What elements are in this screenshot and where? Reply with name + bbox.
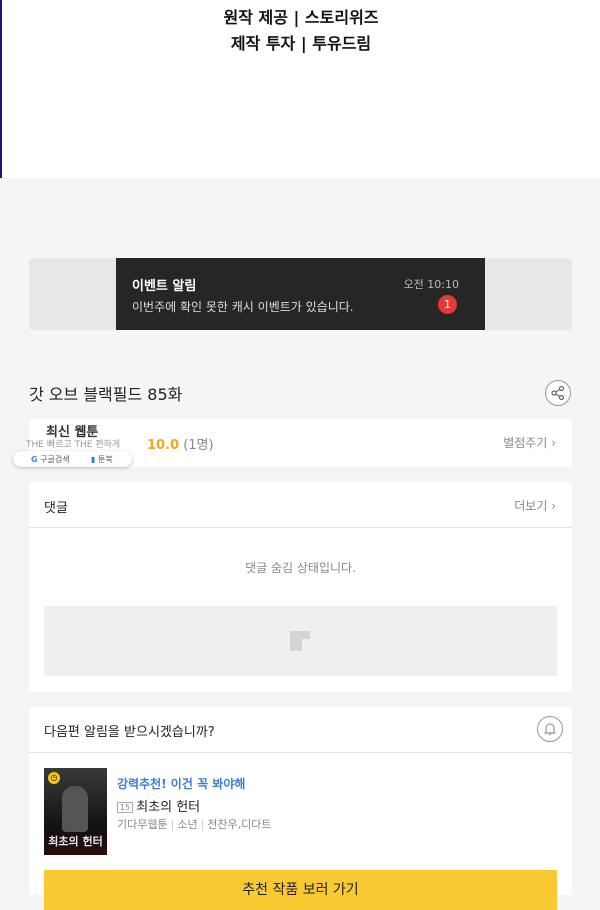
meta-separator: | — [200, 818, 205, 831]
bookmark-icon: ▮ — [91, 455, 96, 464]
view-recommendations-button[interactable]: 추천 작품 보러 가기 — [44, 870, 557, 910]
meta-authors: 전찬우,디다트 — [207, 818, 272, 831]
recommended-meta: 기다무웹툰 | 소년 | 전찬우,디다트 — [117, 816, 272, 832]
divider — [29, 752, 572, 753]
recommended-cover-image[interactable]: ◷ 최초의 헌터 — [44, 768, 107, 855]
toast-message: 이번주에 확인 못한 캐시 이벤트가 있습니다. — [132, 300, 354, 314]
recommend-tag: 강력추천! 이건 꼭 봐야해 — [117, 777, 246, 791]
credits-original: 원작 제공 | 스토리위즈 — [223, 8, 379, 27]
event-toast[interactable]: 이벤트 알림 이번주에 확인 못한 캐시 이벤트가 있습니다. 오전 10:10… — [116, 258, 485, 330]
rating-count: (1명) — [183, 438, 214, 453]
toonbook-link[interactable]: ▮ 툰북 — [91, 454, 113, 465]
rating-summary: 10.0 (1명) — [147, 434, 214, 453]
toast-count-badge: 1 — [438, 295, 457, 314]
latest-webtoon-subtext: THE 빠르고 THE 편하게 — [26, 440, 121, 450]
notify-toggle-button[interactable] — [537, 716, 563, 742]
comment-more-link[interactable]: 더보기 › — [514, 497, 556, 514]
rating-score: 10.0 — [147, 438, 180, 453]
toonbook-label: 툰북 — [97, 455, 113, 464]
age-rating-badge: 15 — [117, 802, 134, 813]
quick-access-bar[interactable]: G 구글검색 ▮ 툰북 — [13, 451, 132, 467]
toast-time: 오전 10:10 — [403, 278, 459, 291]
google-search-link[interactable]: G 구글검색 — [31, 454, 70, 465]
rate-button-label: 별점주기 — [503, 436, 548, 450]
bell-icon — [544, 723, 556, 736]
chevron-right-icon: › — [551, 436, 556, 450]
comment-card: 댓글 더보기 › 댓글 숨김 상태입니다. — [29, 482, 572, 692]
google-icon: G — [31, 455, 38, 464]
meta-separator: | — [170, 818, 175, 831]
recommended-title[interactable]: 15 최초의 헌터 — [117, 796, 200, 815]
credits-section: 원작 제공 | 스토리위즈 제작 투자 | 투유드림 — [0, 0, 600, 178]
image-placeholder-icon — [290, 631, 310, 651]
meta-category: 기다무웹툰 — [117, 818, 168, 831]
rate-button[interactable]: 별점주기 › — [503, 434, 556, 451]
cover-title-text: 최초의 헌터 — [48, 835, 103, 848]
notify-card: 다음편 알림을 받으시겠습니까? ◷ 최초의 헌터 강력추천! 이건 꼭 봐야해… — [29, 707, 572, 910]
cover-figure — [62, 786, 88, 832]
divider — [29, 527, 572, 528]
chevron-right-icon: › — [551, 499, 556, 513]
meta-genre: 소년 — [177, 818, 198, 831]
comment-hidden-message: 댓글 숨김 상태입니다. — [245, 561, 356, 575]
share-icon — [551, 385, 565, 401]
comment-more-label: 더보기 — [514, 499, 548, 513]
episode-title: 갓 오브 블랙필드 85화 — [29, 385, 183, 404]
share-button[interactable] — [545, 380, 571, 406]
credits-production: 제작 투자 | 투유드림 — [230, 34, 372, 53]
recommended-title-text: 최초의 헌터 — [136, 800, 201, 815]
comment-header: 댓글 — [44, 501, 68, 516]
google-search-label: 구글검색 — [40, 455, 70, 464]
next-episode-notify-question: 다음편 알림을 받으시겠습니까? — [44, 725, 215, 740]
clock-icon: ◷ — [48, 772, 60, 784]
ad-placeholder — [44, 606, 557, 676]
